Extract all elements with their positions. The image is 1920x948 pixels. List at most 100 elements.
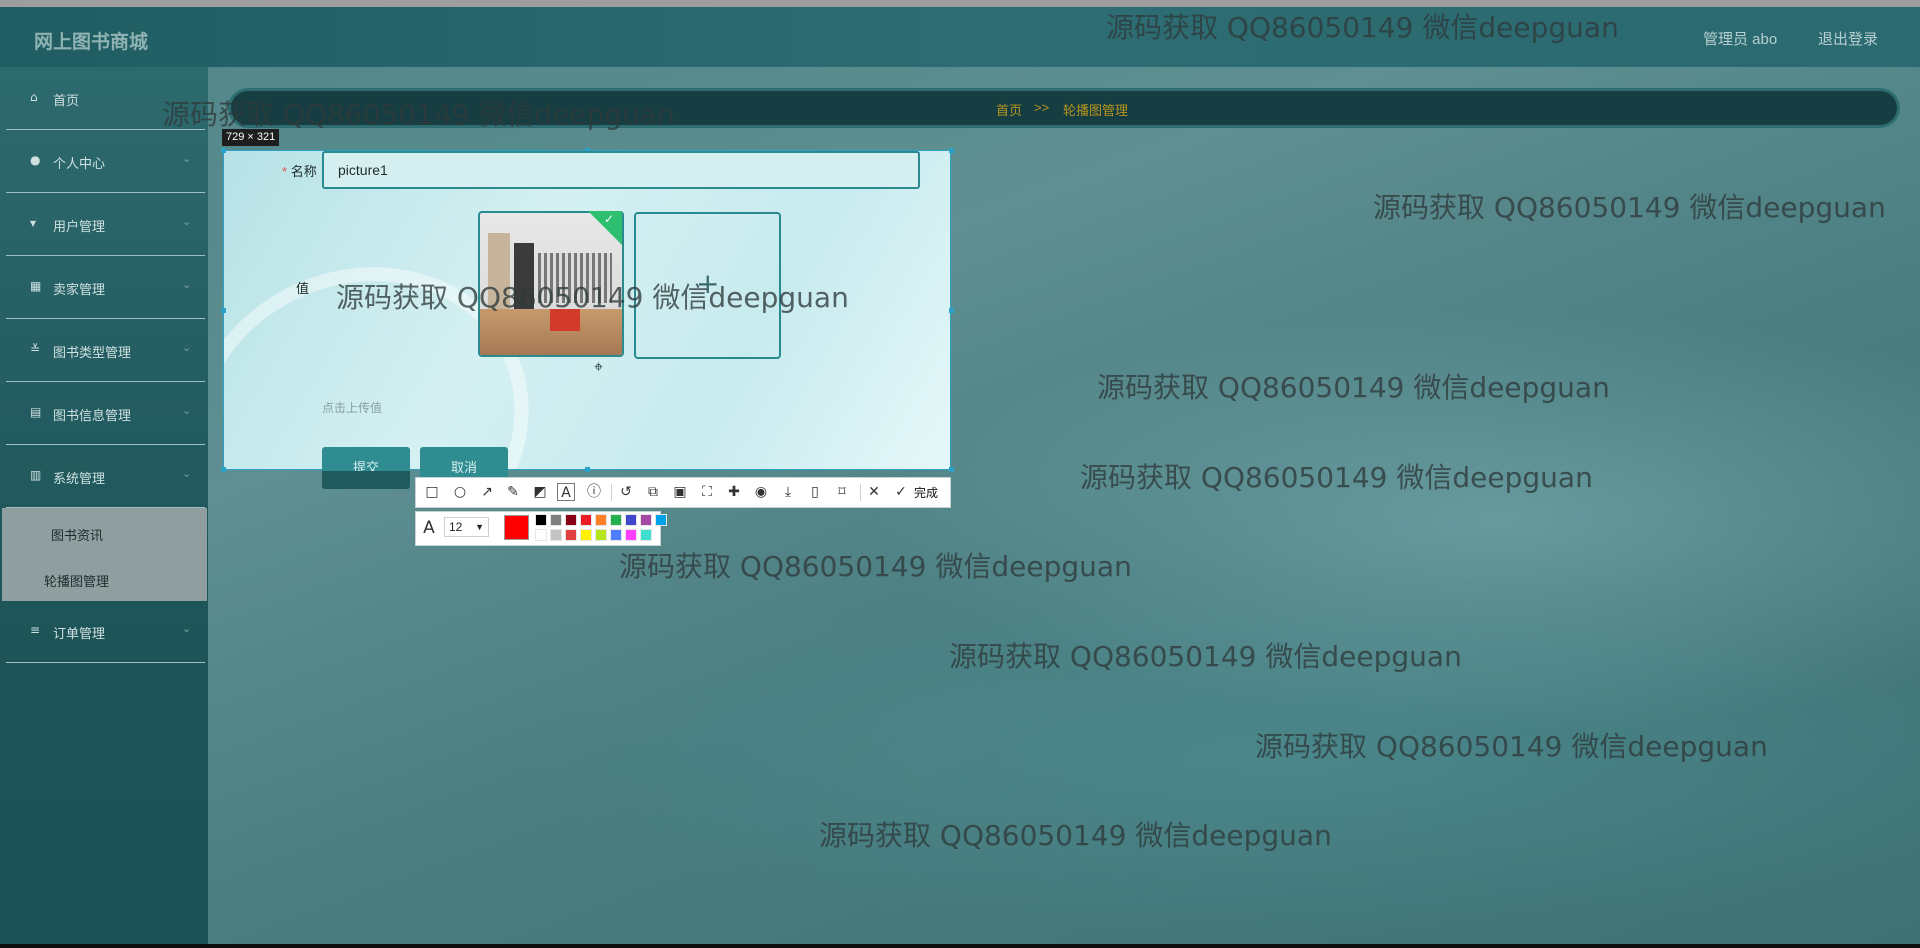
submenu-item-carousel[interactable]: 轮播图管理 (44, 571, 109, 590)
sidebar-item-label: 图书类型管理 (53, 345, 132, 360)
selection-handle[interactable] (585, 467, 590, 472)
sidebar-item-users[interactable]: ▾ 用户管理 ⌄ (6, 193, 205, 256)
color-swatch[interactable] (550, 514, 562, 526)
watermark-text: 源码获取 QQ86050149 微信deepguan (819, 819, 1332, 852)
color-swatch[interactable] (610, 529, 622, 541)
text-icon[interactable]: A (557, 483, 575, 501)
briefcase-icon: ▤ (30, 405, 42, 419)
color-swatch[interactable] (640, 514, 652, 526)
color-swatch[interactable] (580, 514, 592, 526)
logout-link[interactable]: 退出登录 (1818, 28, 1878, 49)
rect-icon[interactable]: □ (423, 483, 441, 501)
download-icon[interactable]: ⤓ (779, 483, 797, 501)
chart-icon: ▥ (30, 468, 42, 482)
selection-handle[interactable] (221, 148, 226, 153)
phone-icon[interactable]: ▯ (806, 483, 824, 501)
pin-icon[interactable]: ✚ (725, 483, 743, 501)
sidebar-item-label: 卖家管理 (53, 282, 106, 297)
color-swatch[interactable] (565, 529, 577, 541)
serial-icon[interactable]: ⓘ (585, 483, 603, 501)
home-icon: ⌂ (30, 90, 38, 104)
users-icon: ▾ (30, 216, 37, 230)
chevron-down-icon: ⌄ (182, 467, 192, 480)
name-input[interactable]: picture1 (322, 151, 920, 189)
undo-icon[interactable]: ↺ (617, 483, 635, 501)
record-icon[interactable]: ◉ (752, 483, 770, 501)
selection-handle[interactable] (221, 308, 226, 313)
bookmark-icon[interactable]: ⌑ (833, 483, 851, 501)
top-header (0, 7, 1920, 67)
grid-icon: ▦ (30, 279, 42, 293)
sidebar-item-label: 用户管理 (53, 219, 106, 234)
done-button[interactable]: 完成 (914, 484, 938, 501)
chevron-down-icon: ⌄ (182, 278, 192, 291)
sliders-icon: ≚ (30, 342, 41, 356)
breadcrumb-home[interactable]: 首页 (996, 100, 1022, 119)
sidebar-item-label: 个人中心 (53, 156, 106, 171)
arrow-icon[interactable]: ↗ (478, 483, 496, 501)
name-label-text: 名称 (290, 164, 317, 179)
watermark-text: 源码获取 QQ86050149 微信deepguan (619, 550, 1132, 583)
color-swatch[interactable] (535, 514, 547, 526)
chevron-down-icon: ⌄ (182, 341, 192, 354)
sidebar-item-orders[interactable]: ≡ 订单管理 ⌄ (6, 600, 205, 663)
color-swatch[interactable] (535, 529, 547, 541)
selection-handle[interactable] (221, 467, 226, 472)
sidebar-item-book-types[interactable]: ≚ 图书类型管理 ⌄ (6, 319, 205, 382)
ocr-icon[interactable]: ▣ (671, 483, 689, 501)
chevron-down-icon: ⌄ (182, 404, 192, 417)
admin-label: 管理员 abo (1703, 31, 1778, 48)
color-swatch[interactable] (595, 529, 607, 541)
color-swatch[interactable] (595, 514, 607, 526)
chevron-down-icon: ▼ (475, 522, 484, 532)
chevron-down-icon: ⌄ (182, 622, 192, 635)
color-swatch[interactable] (610, 514, 622, 526)
watermark-text: 源码获取 QQ86050149 微信deepguan (162, 98, 675, 131)
sidebar-item-label: 图书信息管理 (53, 408, 132, 423)
chevron-down-icon: ⌄ (182, 152, 192, 165)
sidebar-item-label: 系统管理 (53, 471, 106, 486)
submit-button-shadow (322, 471, 410, 489)
close-icon[interactable]: ✕ (865, 483, 883, 501)
color-swatch[interactable] (640, 529, 652, 541)
required-mark: * (282, 164, 288, 179)
site-brand: 网上图书商城 (34, 32, 149, 53)
sidebar-item-book-info[interactable]: ▤ 图书信息管理 ⌄ (6, 382, 205, 445)
color-swatch[interactable] (625, 529, 637, 541)
selection-handle[interactable] (949, 467, 954, 472)
pen-icon[interactable]: ✎ (504, 483, 522, 501)
selection-handle[interactable] (949, 308, 954, 313)
breadcrumb-current: 轮播图管理 (1063, 103, 1129, 118)
watermark-text: 源码获取 QQ86050149 微信deepguan (1097, 371, 1610, 404)
sidebar-item-profile[interactable]: ● 个人中心 ⌄ (6, 130, 205, 193)
page-background (0, 0, 1920, 948)
sidebar-item-label: 首页 (53, 93, 80, 108)
confirm-check-icon[interactable]: ✓ (892, 483, 910, 501)
toolbar-divider (611, 484, 612, 501)
chevron-down-icon: ⌄ (182, 215, 192, 228)
sidebar-item-label: 订单管理 (53, 626, 106, 641)
color-swatch[interactable] (550, 529, 562, 541)
crosshair-cursor-icon: ⌖ (594, 357, 604, 376)
user-icon: ● (30, 153, 41, 167)
selection-handle[interactable] (949, 148, 954, 153)
sidebar-item-sellers[interactable]: ▦ 卖家管理 ⌄ (6, 256, 205, 319)
watermark-text: 源码获取 QQ86050149 微信deepguan (1373, 191, 1886, 224)
color-swatch[interactable] (625, 514, 637, 526)
watermark-text: 源码获取 QQ86050149 微信deepguan (949, 640, 1462, 673)
mosaic-icon[interactable]: ◩ (531, 483, 549, 501)
font-size-value: 12 (449, 520, 463, 534)
sidebar-item-system[interactable]: ▥ 系统管理 ⌄ (6, 445, 205, 508)
color-swatch[interactable] (655, 514, 667, 526)
ellipse-icon[interactable]: ○ (451, 483, 469, 501)
color-swatch[interactable] (565, 514, 577, 526)
current-color-swatch[interactable] (504, 515, 529, 540)
watermark-text: 源码获取 QQ86050149 微信deepguan (1080, 461, 1593, 494)
crop-icon[interactable]: ⧉ (644, 483, 662, 501)
font-icon: A (423, 518, 435, 538)
value-label: 值 (296, 281, 310, 296)
font-size-select[interactable]: 12 ▼ (444, 517, 489, 537)
scan-icon[interactable]: ⛶ (698, 483, 716, 501)
submenu-item-book-news[interactable]: 图书资讯 (51, 525, 103, 544)
color-swatch[interactable] (580, 529, 592, 541)
